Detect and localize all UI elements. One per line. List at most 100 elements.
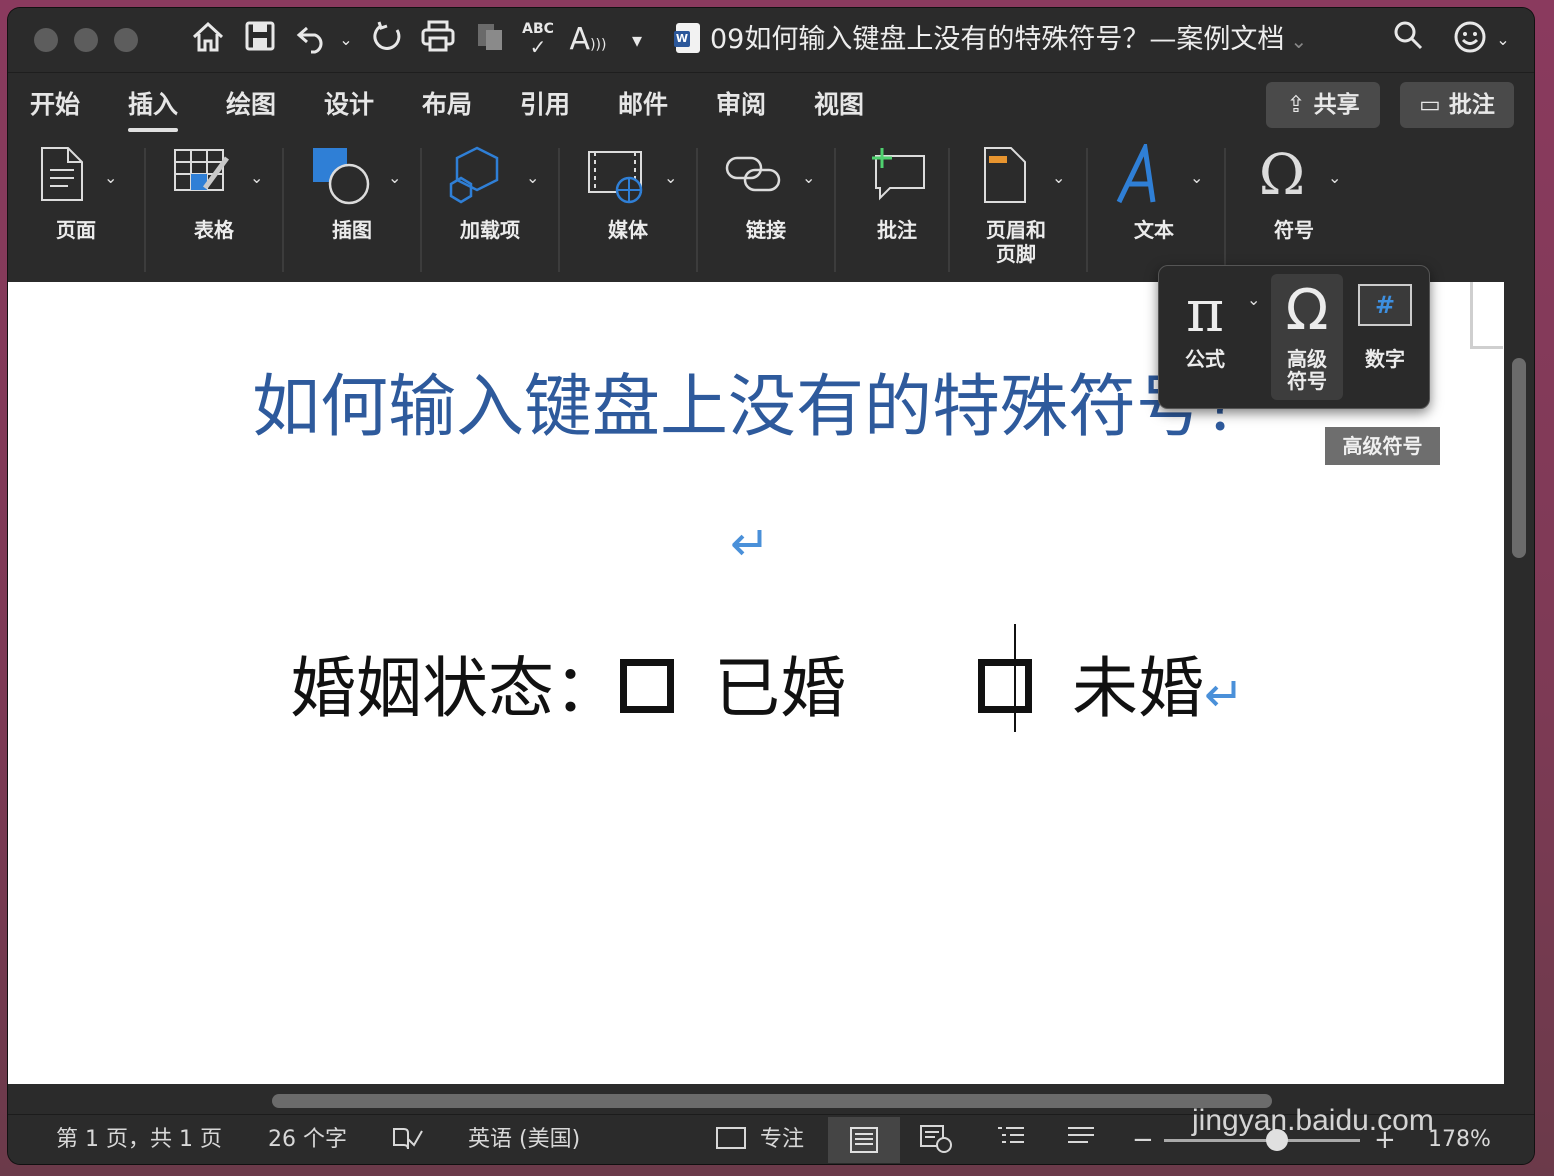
- symbols-dropdown-icon: ⌄: [1328, 168, 1342, 187]
- web-layout-view-icon[interactable]: [920, 1125, 952, 1155]
- ribbon-divider: [144, 148, 146, 272]
- undo-dropdown-icon[interactable]: ⌄: [336, 20, 356, 60]
- proofing-icon[interactable]: [392, 1125, 424, 1155]
- tab-review[interactable]: 审阅: [716, 87, 766, 123]
- share-button[interactable]: ⇪ 共享: [1266, 82, 1380, 128]
- feedback-dropdown-icon[interactable]: ⌄: [1492, 20, 1514, 60]
- spelling-icon[interactable]: ABC ✓: [516, 20, 560, 60]
- zoom-window-button[interactable]: [114, 28, 138, 52]
- print-icon[interactable]: [416, 20, 460, 60]
- share-label: 共享: [1313, 92, 1360, 118]
- tab-view[interactable]: 视图: [814, 87, 864, 123]
- header-footer-icon: [974, 144, 1038, 208]
- focus-mode-button[interactable]: 专注: [716, 1125, 804, 1155]
- print-layout-view-button[interactable]: [828, 1117, 900, 1163]
- undo-icon[interactable]: [292, 20, 332, 60]
- baidu-watermark-url: jingyan.baidu.com: [1192, 1104, 1434, 1137]
- tab-draw[interactable]: 绘图: [226, 87, 276, 123]
- shapes-icon: [308, 144, 372, 208]
- number-icon: #: [1358, 284, 1412, 326]
- equation-dropdown-icon[interactable]: ⌄: [1247, 290, 1260, 309]
- vertical-scrollbar[interactable]: [1512, 358, 1526, 558]
- close-window-button[interactable]: [34, 28, 58, 52]
- language-indicator[interactable]: 英语 (美国): [468, 1125, 580, 1155]
- copy-format-icon[interactable]: [470, 20, 510, 60]
- symbols-popup: π 公式 ⌄ Ω 高级 符号 # 数字: [1158, 265, 1430, 409]
- tab-design[interactable]: 设计: [324, 87, 374, 123]
- title-chevron-icon[interactable]: ⌄: [1290, 29, 1307, 53]
- comment-bubble-icon: ▭: [1419, 92, 1441, 118]
- text-icon: [1110, 139, 1174, 208]
- save-icon[interactable]: [240, 20, 280, 60]
- table-icon: [170, 144, 234, 208]
- addins-button[interactable]: ⌄ 加载项: [438, 138, 542, 280]
- table-button[interactable]: ⌄ 表格: [162, 138, 266, 280]
- header-footer-label: 页眉和 页脚: [986, 218, 1046, 266]
- read-aloud-icon[interactable]: A))): [566, 20, 610, 60]
- smiley-feedback-icon[interactable]: [1450, 20, 1490, 60]
- pages-dropdown-icon: ⌄: [104, 168, 118, 187]
- draft-view-icon[interactable]: [1066, 1125, 1096, 1155]
- addins-icon: [446, 144, 510, 208]
- checkbox-unmarried[interactable]: [978, 659, 1032, 713]
- document-title-text: 09如何输入键盘上没有的特殊符号？—案例文档: [710, 24, 1285, 55]
- symbols-button[interactable]: Ω ⌄ 符号: [1242, 138, 1346, 280]
- illustrations-dropdown-icon: ⌄: [388, 168, 402, 187]
- tab-references[interactable]: 引用: [520, 87, 570, 123]
- zoom-slider-track[interactable]: [1164, 1139, 1360, 1142]
- addins-dropdown-icon: ⌄: [526, 168, 540, 187]
- checkbox-married[interactable]: [620, 659, 674, 713]
- comments-label: 批注: [1448, 92, 1495, 118]
- illustrations-label: 插图: [332, 218, 372, 242]
- ribbon-divider: [420, 148, 422, 272]
- marital-status-line[interactable]: 婚姻状态： 已婚 未婚↵: [290, 644, 1244, 734]
- equation-label: 公式: [1185, 347, 1225, 371]
- outline-view-icon[interactable]: [996, 1125, 1026, 1155]
- links-label: 链接: [746, 218, 786, 242]
- advanced-symbol-button[interactable]: Ω 高级 符号: [1271, 274, 1343, 400]
- tab-insert[interactable]: 插入: [128, 87, 179, 132]
- title-bar: ⌄ ABC✓ A))) ▾ 09如何输入键盘上没有的特殊符号？—案例文档⌄ ⌄: [8, 8, 1534, 72]
- number-button[interactable]: # 数字: [1349, 274, 1421, 400]
- pages-button[interactable]: ⌄ 页面: [24, 138, 128, 280]
- ribbon-divider: [696, 148, 698, 272]
- ribbon-divider: [1224, 148, 1226, 272]
- ribbon-divider: [558, 148, 560, 272]
- addins-label: 加载项: [460, 218, 520, 242]
- marital-status-label: 婚姻状态：: [290, 650, 620, 727]
- advanced-symbol-label: 高级 符号: [1287, 347, 1327, 393]
- page-count[interactable]: 第 1 页，共 1 页: [56, 1125, 222, 1155]
- comments-button[interactable]: ▭ 批注: [1400, 82, 1514, 128]
- minimize-window-button[interactable]: [74, 28, 98, 52]
- text-button[interactable]: ⌄ 文本: [1102, 138, 1206, 280]
- word-count[interactable]: 26 个字: [268, 1125, 347, 1155]
- links-button[interactable]: ⌄ 链接: [714, 138, 818, 280]
- header-footer-button[interactable]: ⌄ 页眉和 页脚: [964, 138, 1068, 280]
- omega-icon: Ω: [1258, 143, 1306, 208]
- paragraph-mark: ↵: [730, 516, 771, 572]
- customize-toolbar-icon[interactable]: ▾: [622, 20, 652, 60]
- media-button[interactable]: ⌄ 媒体: [576, 138, 680, 280]
- tab-mailings[interactable]: 邮件: [618, 87, 668, 123]
- search-icon[interactable]: [1388, 20, 1428, 60]
- document-heading[interactable]: 如何输入键盘上没有的特殊符号？: [252, 366, 1272, 450]
- option-unmarried: 未婚: [1072, 650, 1204, 727]
- zoom-out-button[interactable]: −: [1132, 1125, 1154, 1155]
- illustrations-button[interactable]: ⌄ 插图: [300, 138, 404, 280]
- comment-label: 批注: [877, 218, 917, 242]
- equation-button[interactable]: π 公式: [1169, 274, 1241, 400]
- home-icon[interactable]: [188, 20, 228, 60]
- option-married: 已婚: [714, 650, 846, 727]
- text-cursor: [1014, 624, 1016, 732]
- symbols-label: 符号: [1274, 218, 1314, 242]
- ribbon-divider: [1086, 148, 1088, 272]
- redo-icon[interactable]: [368, 20, 408, 60]
- tab-layout[interactable]: 布局: [422, 87, 472, 123]
- zoom-level[interactable]: 178%: [1428, 1125, 1491, 1155]
- new-comment-button[interactable]: 批注: [852, 138, 942, 280]
- horizontal-scrollbar[interactable]: [272, 1094, 1272, 1108]
- focus-icon: [716, 1127, 746, 1149]
- tab-home[interactable]: 开始: [30, 87, 80, 123]
- table-dropdown-icon: ⌄: [250, 168, 264, 187]
- ribbon-divider: [834, 148, 836, 272]
